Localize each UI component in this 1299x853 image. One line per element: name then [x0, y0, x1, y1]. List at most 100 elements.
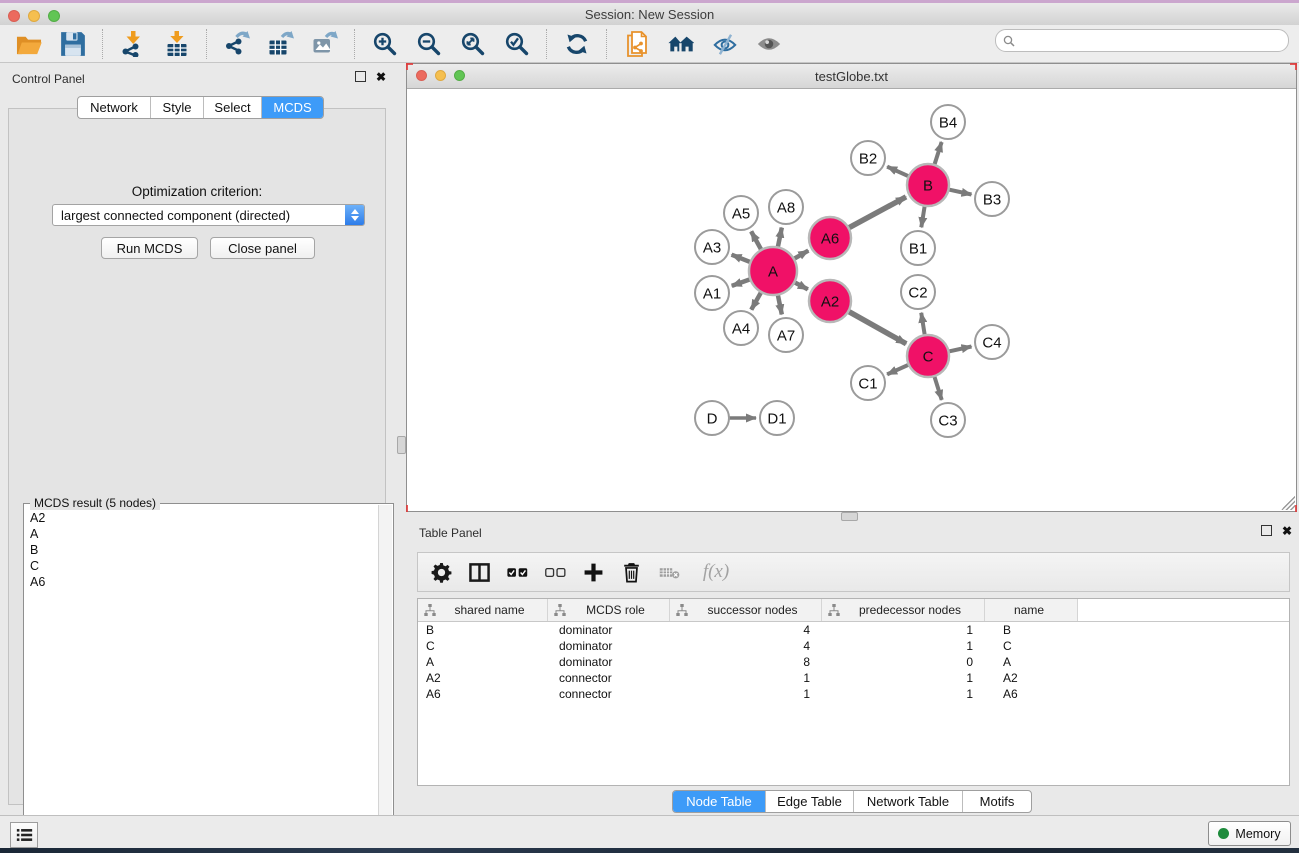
zoom-in-button[interactable] — [370, 30, 400, 58]
edge-A-A4[interactable] — [751, 290, 762, 310]
table-cell: dominator — [548, 639, 670, 653]
edge-A2-C[interactable] — [847, 310, 907, 343]
control-panel-tabs: NetworkStyleSelectMCDS — [77, 96, 324, 119]
mcds-result-item[interactable]: C — [25, 558, 379, 574]
close-table-panel-icon[interactable]: ✖ — [1282, 526, 1292, 536]
tab-select[interactable]: Select — [204, 97, 262, 118]
column-header-predecessor-nodes[interactable]: predecessor nodes — [822, 599, 985, 621]
column-header-MCDS-role[interactable]: MCDS role — [548, 599, 670, 621]
edge-A-A1[interactable] — [732, 278, 753, 285]
tab-network[interactable]: Network — [78, 97, 151, 118]
edge-A6-B[interactable] — [847, 197, 906, 229]
task-history-button[interactable] — [10, 822, 38, 848]
column-header-name[interactable]: name — [985, 599, 1078, 621]
table-panel-title: Table Panel — [419, 526, 482, 540]
table-panel-tabs: Node TableEdge TableNetwork TableMotifs — [672, 790, 1032, 813]
tab-motifs[interactable]: Motifs — [963, 791, 1031, 812]
close-panel-icon[interactable]: ✖ — [376, 72, 386, 82]
edge-A-A8[interactable] — [777, 228, 781, 250]
split-divider-handle-vertical[interactable] — [397, 436, 406, 454]
node-label-A1: A1 — [703, 285, 721, 302]
import-network-button[interactable] — [118, 30, 148, 58]
zoom-selected-button[interactable] — [502, 30, 532, 58]
column-header-shared-name[interactable]: shared name — [418, 599, 548, 621]
mcds-result-item[interactable]: A2 — [25, 510, 379, 526]
trash-button[interactable] — [620, 560, 643, 584]
clone-network-button[interactable] — [622, 30, 652, 58]
close-panel-button[interactable]: Close panel — [210, 237, 315, 259]
export-network-icon — [224, 31, 250, 57]
column-header-successor-nodes[interactable]: successor nodes — [670, 599, 822, 621]
network-window-titlebar[interactable]: testGlobe.txt — [407, 64, 1296, 89]
export-image-icon — [312, 31, 338, 57]
tab-network-table[interactable]: Network Table — [854, 791, 963, 812]
eye-hide-icon — [712, 31, 738, 57]
mcds-result-item[interactable]: A6 — [25, 574, 379, 590]
zoom-fit-button[interactable] — [458, 30, 488, 58]
node-label-B3: B3 — [983, 191, 1001, 208]
table-cell: A — [985, 655, 1078, 669]
edge-C-C3[interactable] — [934, 374, 942, 400]
export-table-button[interactable] — [266, 30, 296, 58]
run-mcds-button[interactable]: Run MCDS — [101, 237, 198, 259]
table-cell: A2 — [418, 671, 548, 685]
split-view-button[interactable] — [468, 560, 491, 584]
export-network-button[interactable] — [222, 30, 252, 58]
refresh-button[interactable] — [562, 30, 592, 58]
window-resize-grip[interactable] — [1281, 496, 1295, 510]
edge-C-C4[interactable] — [947, 346, 972, 351]
table-toolbar: f(x) — [417, 552, 1290, 592]
edge-C-C1[interactable] — [887, 364, 911, 375]
search-field[interactable] — [995, 29, 1289, 52]
table-row[interactable]: A6connector11A6 — [418, 686, 1289, 702]
search-input[interactable] — [1015, 34, 1288, 48]
tab-edge-table[interactable]: Edge Table — [766, 791, 854, 812]
table-cell: 1 — [822, 639, 985, 653]
mcds-result-item[interactable]: B — [25, 542, 379, 558]
tab-mcds[interactable]: MCDS — [262, 97, 323, 118]
uncheck-all-button[interactable] — [544, 560, 567, 584]
edge-A-A3[interactable] — [732, 255, 753, 263]
result-list-scrollbar[interactable] — [378, 505, 392, 845]
table-row[interactable]: Cdominator41C — [418, 638, 1289, 654]
zoom-out-button[interactable] — [414, 30, 444, 58]
edge-A-A7[interactable] — [777, 293, 781, 315]
table-row[interactable]: Bdominator41B — [418, 622, 1289, 638]
dropdown-stepper-icon — [345, 205, 364, 225]
edge-C-C2[interactable] — [921, 313, 925, 337]
import-table-icon — [164, 31, 190, 57]
criterion-dropdown[interactable]: largest connected component (directed) — [52, 204, 365, 226]
mcds-result-item[interactable]: A — [25, 526, 379, 542]
toolbar-group — [356, 30, 546, 58]
add-column-button[interactable] — [582, 560, 605, 584]
home-pair-button[interactable] — [666, 30, 696, 58]
eye-hide-button[interactable] — [710, 30, 740, 58]
network-canvas[interactable]: AA6A2BCA5A8A3A1A4A7B2B4B3B1C2C4C1C3DD1 — [407, 89, 1296, 511]
control-panel-title: Control Panel — [12, 72, 85, 86]
open-folder-button[interactable] — [14, 30, 44, 58]
tab-style[interactable]: Style — [151, 97, 204, 118]
edge-B-B4[interactable] — [934, 142, 942, 167]
edge-A-A5[interactable] — [751, 231, 762, 251]
table-cell: C — [418, 639, 548, 653]
eye-show-button[interactable] — [754, 30, 784, 58]
import-table-button[interactable] — [162, 30, 192, 58]
edge-B-B3[interactable] — [947, 189, 972, 194]
memory-button[interactable]: Memory — [1208, 821, 1291, 846]
edge-B-B1[interactable] — [921, 204, 925, 227]
tab-node-table[interactable]: Node Table — [673, 791, 766, 812]
table-cell: 0 — [822, 655, 985, 669]
float-table-panel-icon[interactable] — [1261, 525, 1272, 536]
open-folder-icon — [16, 31, 42, 57]
window-title: Session: New Session — [0, 7, 1299, 22]
edge-B-B2[interactable] — [887, 167, 911, 178]
node-label-B4: B4 — [939, 114, 957, 131]
toolbar-group — [104, 30, 206, 58]
float-panel-icon[interactable] — [355, 71, 366, 82]
table-row[interactable]: Adominator80A — [418, 654, 1289, 670]
gear-button[interactable] — [430, 560, 453, 584]
check-all-button[interactable] — [506, 560, 529, 584]
table-row[interactable]: A2connector11A2 — [418, 670, 1289, 686]
save-button[interactable] — [58, 30, 88, 58]
export-image-button[interactable] — [310, 30, 340, 58]
